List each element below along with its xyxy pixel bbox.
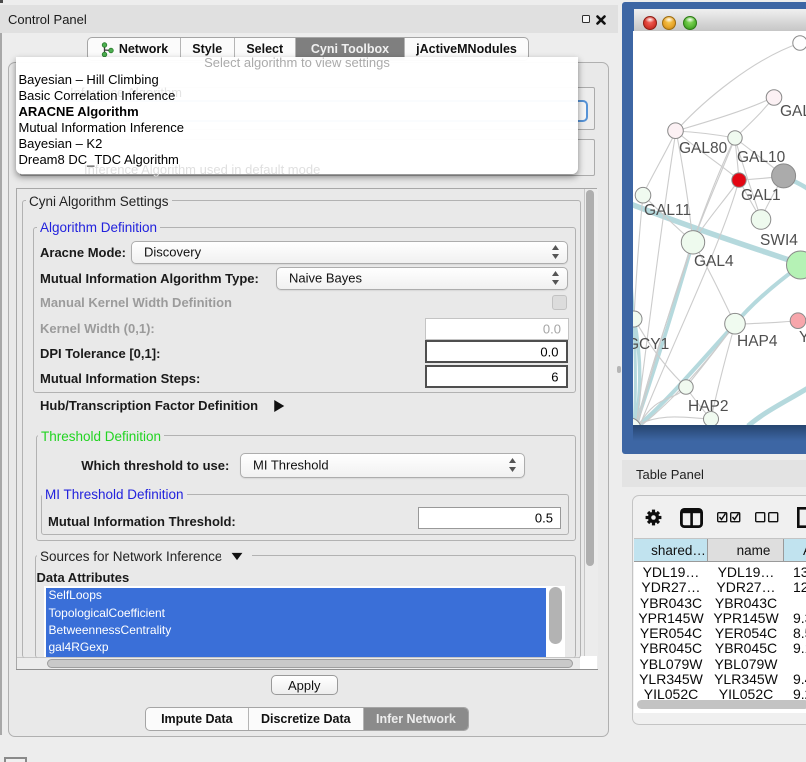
svg-text:GAL80: GAL80 [679, 140, 728, 157]
svg-text:GCY1: GCY1 [633, 336, 669, 353]
svg-text:HAP2: HAP2 [688, 398, 729, 415]
svg-text:SWI4: SWI4 [760, 232, 798, 249]
svg-text:Y: Y [799, 329, 806, 346]
svg-text:GAL1: GAL1 [741, 187, 781, 204]
svg-text:GAL7: GAL7 [780, 103, 806, 120]
svg-text:GAL10: GAL10 [737, 149, 786, 166]
svg-text:HAP4: HAP4 [737, 333, 778, 350]
svg-text:GAL4: GAL4 [694, 253, 734, 270]
svg-text:GAL11: GAL11 [644, 202, 691, 219]
